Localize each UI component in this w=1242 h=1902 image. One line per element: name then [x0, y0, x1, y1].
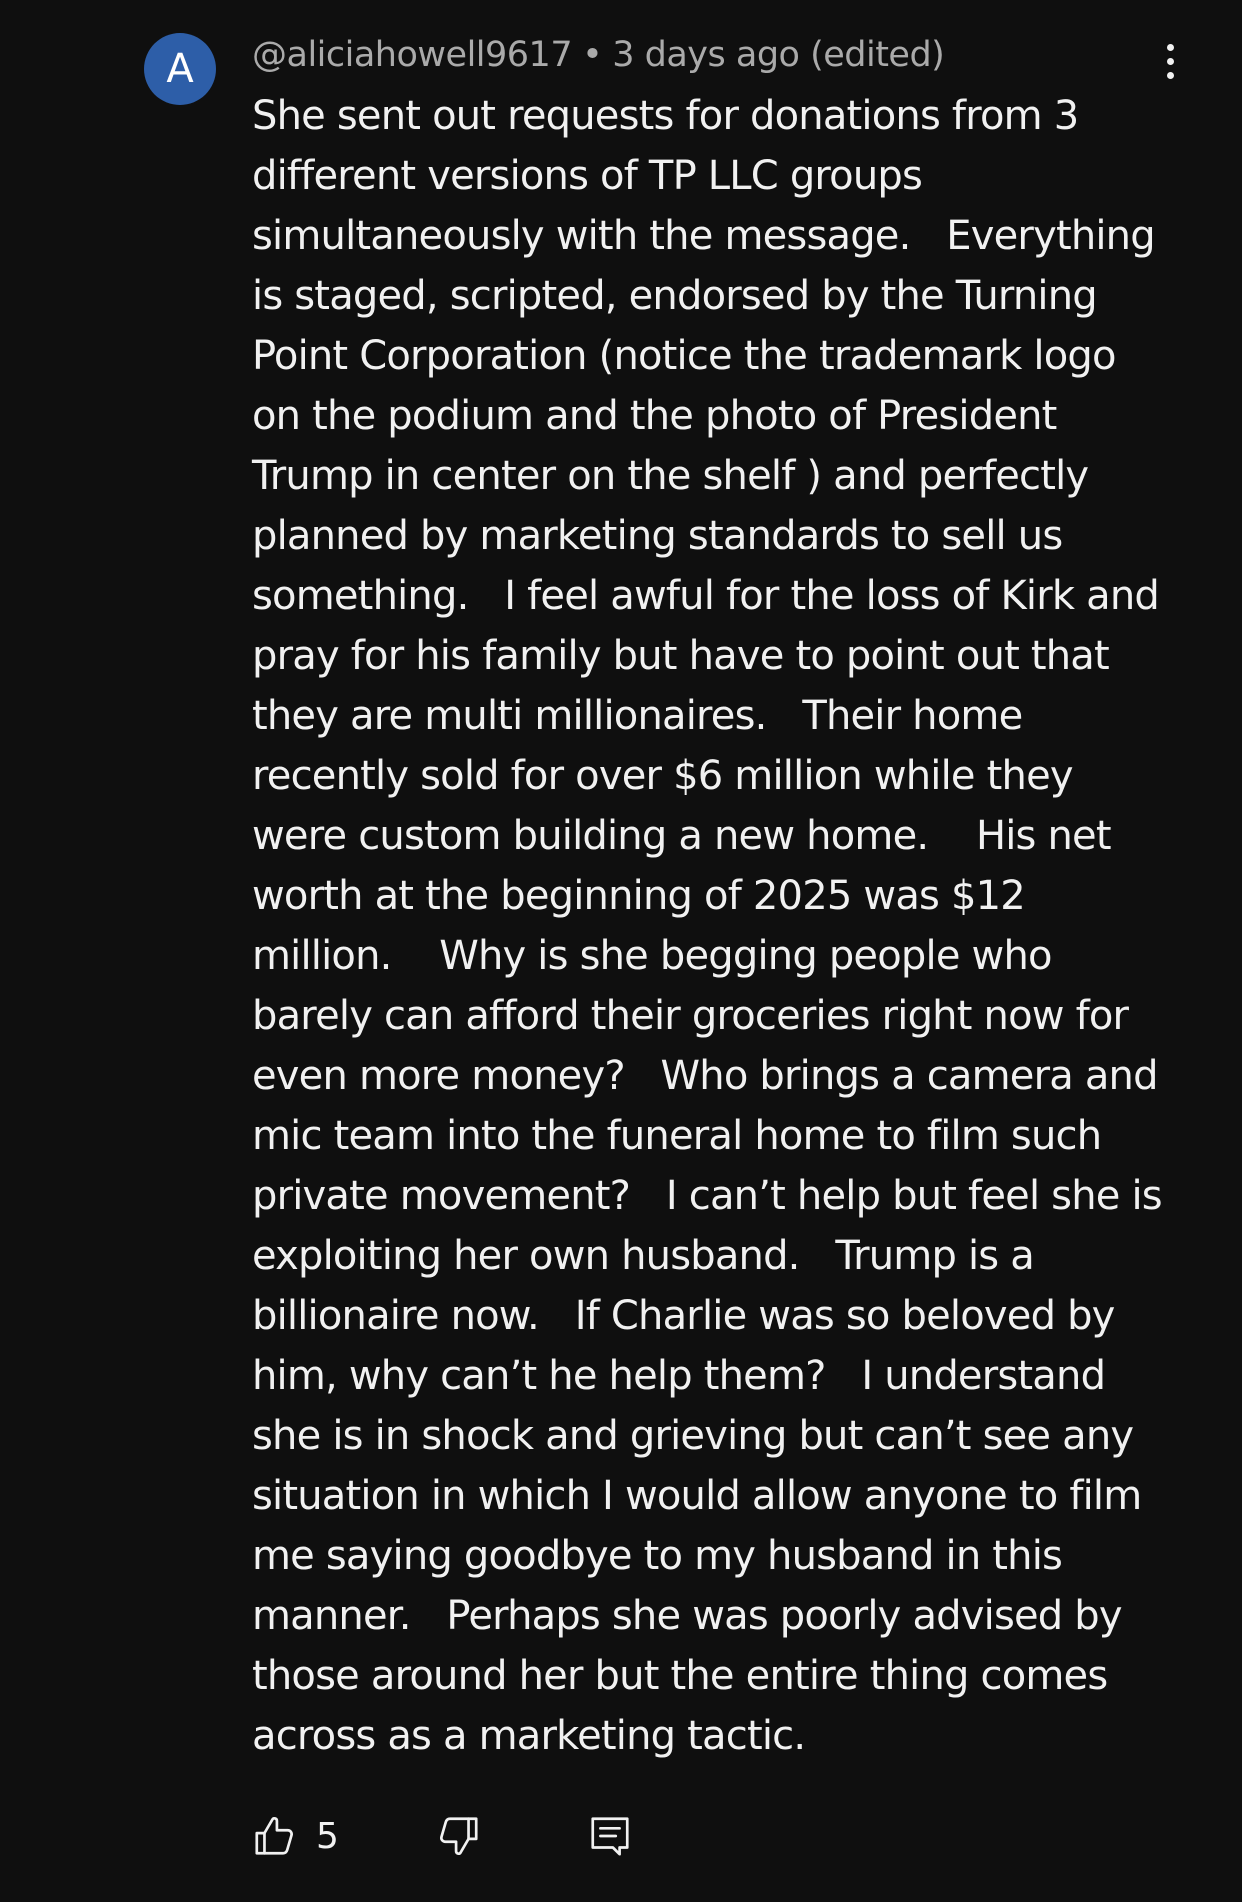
comment-body-line: exploiting her own husband. Trump is a: [252, 1233, 1035, 1279]
comment-body-line: Trump in center on the shelf ) and perfe…: [252, 453, 1089, 499]
comment-body-line: situation in which I would allow anyone …: [252, 1473, 1142, 1519]
avatar[interactable]: A: [144, 33, 216, 105]
comment-body-line: me saying goodbye to my husband in this: [252, 1533, 1063, 1579]
like-count: 5: [316, 1815, 339, 1857]
comment-card: A @aliciahowell9617 • 3 days ago (edited) …: [0, 0, 1242, 1902]
comment-body-line: planned by marketing standards to sell u…: [252, 513, 1063, 559]
comment-body-line: worth at the beginning of 2025 was $12: [252, 873, 1026, 919]
like-button[interactable]: 5: [252, 1813, 339, 1859]
comment-body-line: Point Corporation (notice the trademark …: [252, 333, 1116, 379]
comment-body-line: him, why can’t he help them? I understan…: [252, 1353, 1106, 1399]
thumbs-up-icon: [252, 1813, 298, 1859]
comment-body-line: were custom building a new home. His net: [252, 813, 1112, 859]
comment-body-line: billionaire now. If Charlie was so belov…: [252, 1293, 1115, 1339]
comment-body-line: simultaneously with the message. Everyth…: [252, 213, 1156, 259]
comment-body-line: She sent out requests for donations from…: [252, 93, 1079, 139]
comment-body-line: manner. Perhaps she was poorly advised b…: [252, 1593, 1123, 1639]
thumbs-down-icon: [435, 1813, 481, 1859]
more-vert-icon: [1166, 44, 1174, 51]
comment-body-line: even more money? Who brings a camera and: [252, 1053, 1159, 1099]
meta-separator: •: [582, 35, 603, 75]
comment-body-line: they are multi millionaires. Their home: [252, 693, 1023, 739]
comment-body-line: private movement? I can’t help but feel …: [252, 1173, 1163, 1219]
dislike-button[interactable]: [435, 1813, 481, 1859]
comment-body-line: those around her but the entire thing co…: [252, 1653, 1108, 1699]
reply-button[interactable]: [587, 1813, 633, 1859]
comment-header: @aliciahowell9617 • 3 days ago (edited): [252, 32, 945, 78]
timestamp[interactable]: 3 days ago (edited): [612, 35, 945, 75]
comment-body-line: pray for his family but have to point ou…: [252, 633, 1110, 679]
comment-body-line: million. Why is she begging people who: [252, 933, 1052, 979]
comment-body: She sent out requests for donations from…: [252, 86, 1172, 1766]
comment-body-line: is staged, scripted, endorsed by the Tur…: [252, 273, 1098, 319]
comment-body-line: she is in shock and grieving but can’t s…: [252, 1413, 1134, 1459]
comment-body-line: across as a marketing tactic.: [252, 1713, 806, 1759]
comment-body-line: barely can afford their groceries right …: [252, 993, 1129, 1039]
comment-body-line: different versions of TP LLC groups: [252, 153, 923, 199]
comment-reply-icon: [587, 1813, 633, 1859]
comment-body-line: something. I feel awful for the loss of …: [252, 573, 1160, 619]
comment-body-line: mic team into the funeral home to film s…: [252, 1113, 1102, 1159]
author-handle[interactable]: @aliciahowell9617: [252, 35, 573, 75]
comment-body-line: recently sold for over $6 million while …: [252, 753, 1074, 799]
comment-actions: 5: [252, 1808, 633, 1864]
comment-body-line: on the podium and the photo of President: [252, 393, 1057, 439]
